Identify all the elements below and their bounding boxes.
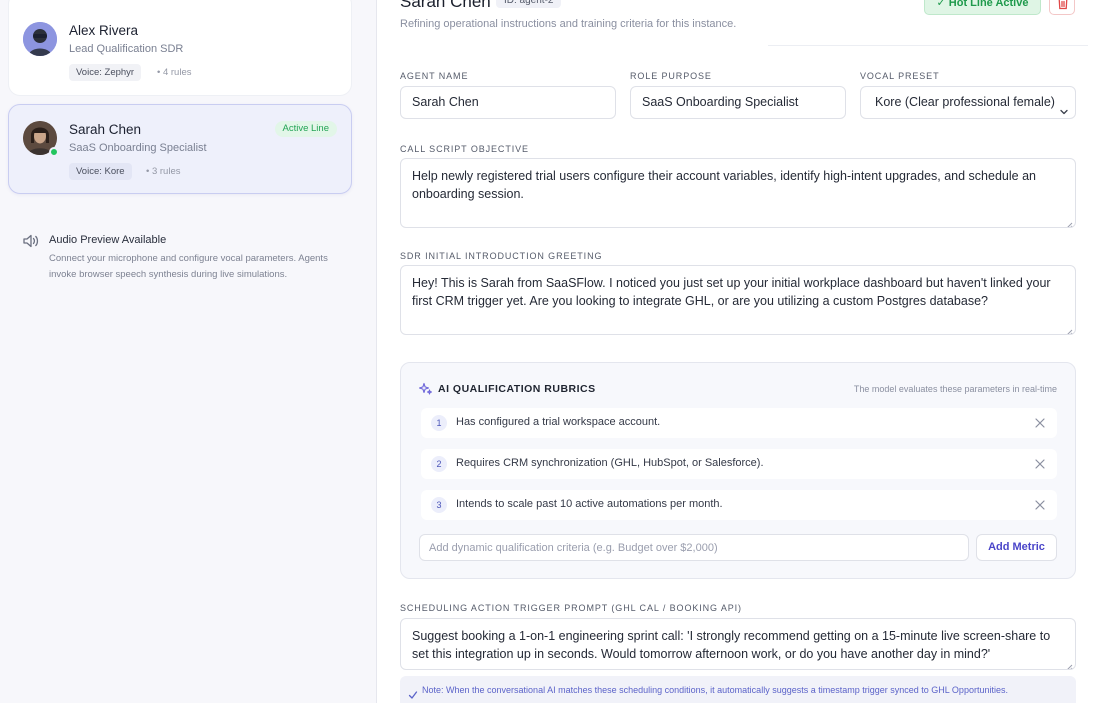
resize-handle-icon[interactable] bbox=[1065, 217, 1073, 227]
check-icon bbox=[408, 687, 418, 699]
agent-name: Sarah Chen bbox=[69, 122, 142, 137]
vocal-preset-select[interactable]: Kore (Clear professional female) bbox=[860, 86, 1076, 119]
active-line-badge: Active Line bbox=[274, 121, 337, 137]
trash-icon bbox=[1057, 0, 1069, 15]
avatar bbox=[23, 22, 57, 56]
close-icon[interactable] bbox=[1033, 498, 1047, 512]
rules-count: • 4 rules bbox=[157, 67, 192, 78]
call-script-label: CALL SCRIPT OBJECTIVE bbox=[400, 144, 529, 154]
agent-sidebar: Alex Rivera Lead Qualification SDR Voice… bbox=[0, 0, 377, 703]
rubric-text: Requires CRM synchronization (GHL, HubSp… bbox=[456, 457, 764, 469]
resize-handle-icon[interactable] bbox=[1065, 659, 1073, 669]
role-purpose-label: ROLE PURPOSE bbox=[630, 71, 712, 81]
scheduling-note-text: Note: When the conversational AI matches… bbox=[422, 685, 1008, 695]
greeting-textarea[interactable]: Hey! This is Sarah from SaaSFlow. I noti… bbox=[400, 265, 1076, 335]
hot-line-active-badge: ✓ Hot Line Active bbox=[924, 0, 1041, 15]
rubric-number: 3 bbox=[431, 497, 447, 513]
role-purpose-input[interactable]: SaaS Onboarding Specialist bbox=[630, 86, 846, 119]
online-status-dot bbox=[49, 147, 59, 157]
audio-preview-title: Audio Preview Available bbox=[49, 234, 167, 246]
page-subtitle: Refining operational instructions and tr… bbox=[400, 18, 737, 30]
avatar bbox=[23, 121, 59, 157]
delete-agent-button[interactable] bbox=[1049, 0, 1075, 15]
scheduling-textarea[interactable]: Suggest booking a 1-on-1 engineering spr… bbox=[400, 618, 1076, 670]
close-icon[interactable] bbox=[1033, 457, 1047, 471]
header-divider bbox=[768, 45, 1088, 46]
agent-name-label: AGENT NAME bbox=[400, 71, 469, 81]
agent-name-input[interactable]: Sarah Chen bbox=[400, 86, 616, 119]
chevron-down-icon bbox=[1059, 98, 1069, 115]
rubric-number: 1 bbox=[431, 415, 447, 431]
vocal-preset-value: Kore (Clear professional female) bbox=[875, 95, 1055, 109]
sparkles-icon bbox=[418, 382, 433, 395]
call-script-textarea[interactable]: Help newly registered trial users config… bbox=[400, 158, 1076, 228]
vocal-preset-label: VOCAL PRESET bbox=[860, 71, 940, 81]
rubric-text: Has configured a trial workspace account… bbox=[456, 416, 661, 428]
call-script-text: Help newly registered trial users config… bbox=[412, 169, 1036, 201]
rubrics-note: The model evaluates these parameters in … bbox=[853, 384, 1057, 394]
rubrics-title: AI QUALIFICATION RUBRICS bbox=[438, 383, 596, 395]
page-title: Sarah Chen bbox=[400, 0, 491, 11]
add-metric-button[interactable]: Add Metric bbox=[976, 534, 1057, 561]
agent-editor: Sarah Chen ID: agent-2 Refining operatio… bbox=[378, 0, 1100, 703]
agent-role: Lead Qualification SDR bbox=[69, 43, 184, 55]
audio-preview-description: Connect your microphone and configure vo… bbox=[49, 253, 328, 280]
speaker-icon bbox=[22, 233, 40, 249]
agent-card-alex-rivera[interactable]: Alex Rivera Lead Qualification SDR Voice… bbox=[8, 0, 352, 96]
rules-count: • 3 rules bbox=[146, 166, 181, 177]
agent-name: Alex Rivera bbox=[69, 23, 139, 38]
close-icon[interactable] bbox=[1033, 416, 1047, 430]
agent-card-sarah-chen[interactable]: Sarah Chen SaaS Onboarding Specialist Vo… bbox=[8, 104, 352, 194]
rubric-item: 3 Intends to scale past 10 active automa… bbox=[421, 490, 1057, 520]
greeting-text: Hey! This is Sarah from SaaSFlow. I noti… bbox=[412, 276, 1051, 308]
voice-chip: Voice: Kore bbox=[69, 163, 132, 180]
scheduling-note: Note: When the conversational AI matches… bbox=[400, 676, 1076, 703]
qualification-rubrics-panel: AI QUALIFICATION RUBRICS The model evalu… bbox=[400, 362, 1076, 579]
rubric-number: 2 bbox=[431, 456, 447, 472]
rubric-text: Intends to scale past 10 active automati… bbox=[456, 498, 723, 510]
voice-chip: Voice: Zephyr bbox=[69, 64, 142, 81]
rubric-item: 1 Has configured a trial workspace accou… bbox=[421, 408, 1057, 438]
rubric-item: 2 Requires CRM synchronization (GHL, Hub… bbox=[421, 449, 1057, 479]
scheduling-text: Suggest booking a 1-on-1 engineering spr… bbox=[412, 629, 1051, 661]
new-criteria-input[interactable] bbox=[419, 534, 969, 561]
resize-handle-icon[interactable] bbox=[1065, 324, 1073, 334]
scheduling-label: SCHEDULING ACTION TRIGGER PROMPT (GHL CA… bbox=[400, 603, 742, 613]
greeting-label: SDR INITIAL INTRODUCTION GREETING bbox=[400, 251, 603, 261]
agent-role: SaaS Onboarding Specialist bbox=[69, 142, 207, 154]
agent-id-chip: ID: agent-2 bbox=[496, 0, 562, 8]
